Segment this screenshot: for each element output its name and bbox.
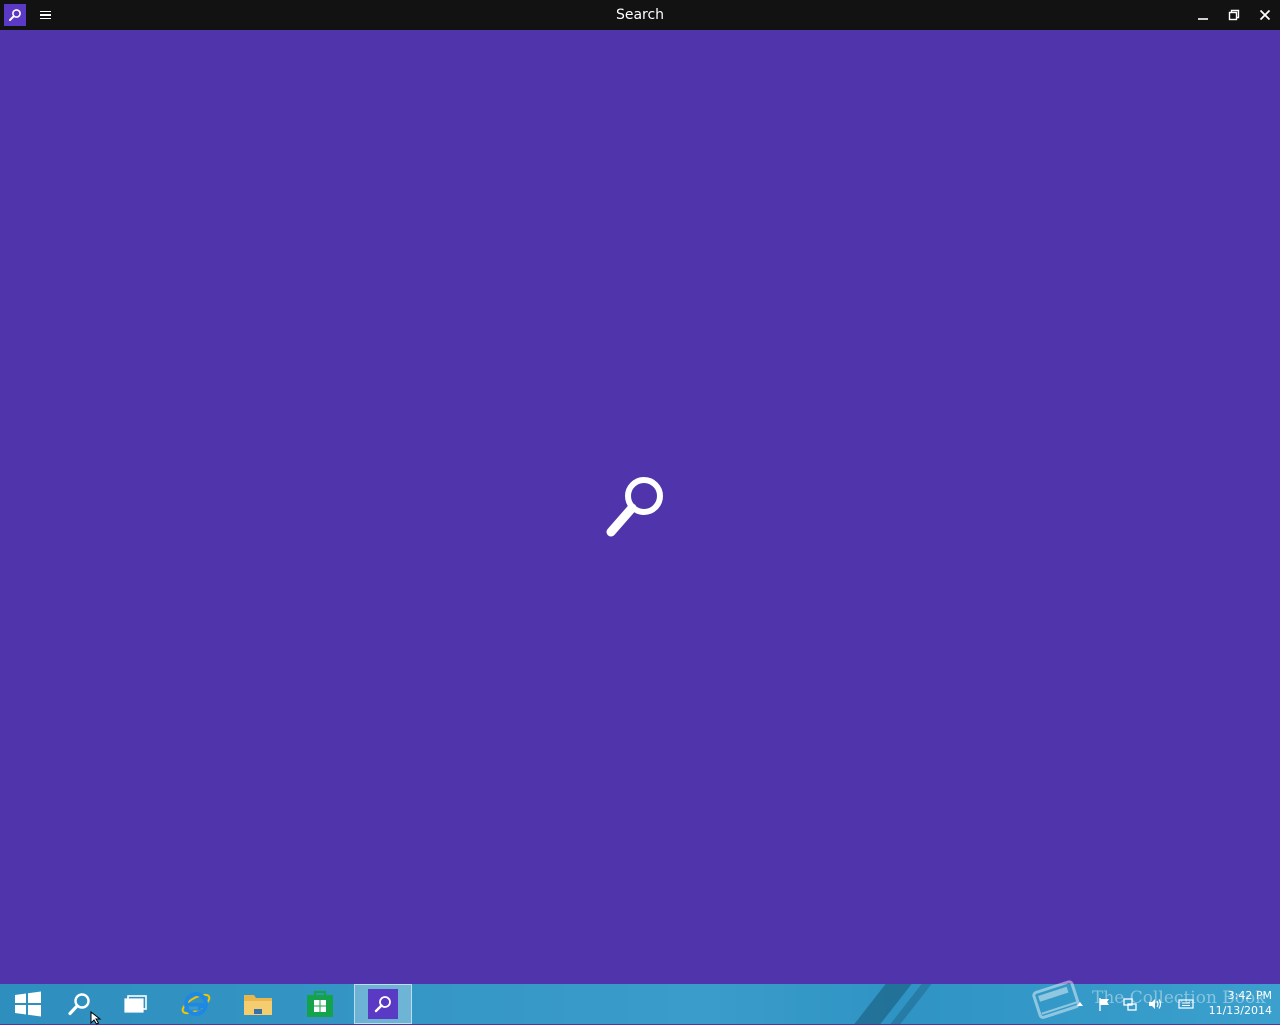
taskbar-clock[interactable]: 3:42 PM 11/13/2014	[1196, 988, 1272, 1018]
store-button[interactable]	[292, 984, 348, 1024]
action-center-icon[interactable]	[1096, 995, 1114, 1013]
close-button[interactable]	[1249, 0, 1280, 30]
search-icon	[606, 477, 663, 537]
search-app-tile	[368, 989, 398, 1019]
flag-icon	[1099, 998, 1109, 1011]
minimize-button[interactable]	[1187, 0, 1219, 30]
windows-logo-icon	[15, 991, 41, 1017]
search-icon	[374, 996, 391, 1013]
close-icon	[1259, 9, 1271, 21]
maximize-button[interactable]	[1218, 0, 1250, 30]
window-title: Search	[615, 7, 665, 23]
input-indicator-icon[interactable]	[1177, 995, 1195, 1013]
start-button[interactable]	[0, 984, 56, 1024]
internet-explorer-button[interactable]	[168, 984, 224, 1024]
show-hidden-icons-button[interactable]	[1071, 995, 1089, 1013]
search-app-taskbar-button[interactable]	[354, 984, 412, 1024]
title-bar: Search	[0, 0, 1280, 30]
volume-tray-icon[interactable]	[1146, 995, 1164, 1013]
file-explorer-button[interactable]	[230, 984, 286, 1024]
task-view-button[interactable]	[108, 984, 164, 1024]
volume-icon	[1149, 999, 1162, 1009]
network-icon	[1123, 998, 1137, 1011]
ie-icon	[181, 992, 211, 1016]
minimize-icon	[1198, 18, 1208, 20]
store-icon	[307, 990, 333, 1017]
folder-icon	[244, 995, 272, 1015]
task-view-icon	[124, 995, 147, 1013]
mouse-cursor-icon	[90, 1011, 102, 1025]
keyboard-icon	[1178, 999, 1194, 1009]
clock-time: 3:42 PM	[1227, 989, 1272, 1002]
chevron-up-icon	[1077, 1002, 1083, 1006]
clock-date: 11/13/2014	[1208, 1004, 1272, 1017]
network-tray-icon[interactable]	[1121, 995, 1139, 1013]
restore-icon	[1228, 9, 1240, 21]
app-splash-area	[0, 30, 1280, 984]
